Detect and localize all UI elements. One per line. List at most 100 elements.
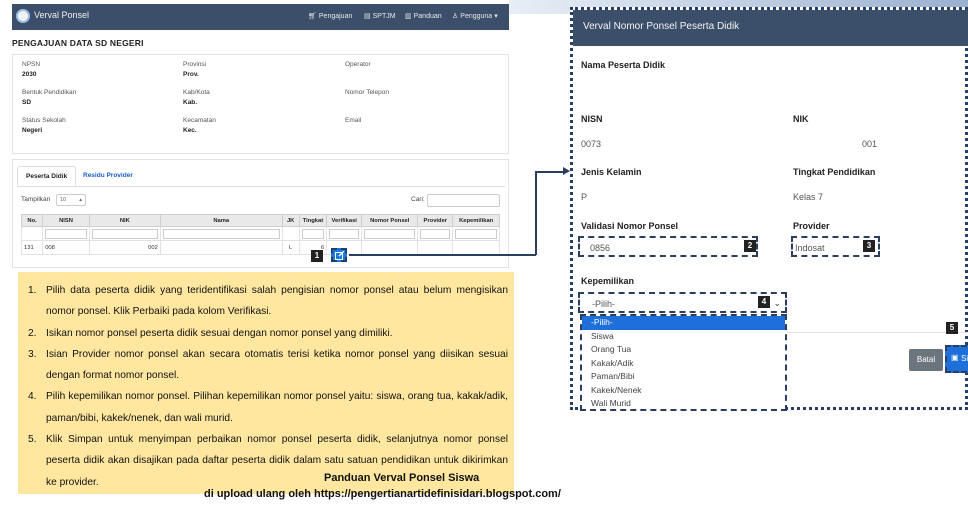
- jk-value: P: [581, 192, 588, 202]
- step-badge-2: 2: [744, 240, 756, 252]
- kecamatan-value: Kec.: [183, 127, 197, 134]
- dropdown-option[interactable]: -Pilih-: [582, 316, 785, 330]
- dropdown-option[interactable]: Kakek/Nenek: [582, 384, 785, 398]
- col-header[interactable]: Nomor Ponsel: [361, 214, 419, 227]
- nisn-label: NISN: [581, 114, 603, 124]
- dropdown-option[interactable]: Paman/Bibi: [582, 370, 785, 384]
- phone-number-input[interactable]: 0856: [578, 236, 758, 257]
- kepemilikan-dropdown: -Pilih- Siswa Orang Tua Kakak/Adik Paman…: [580, 314, 787, 411]
- filter-cell[interactable]: [326, 226, 363, 241]
- filter-cell[interactable]: [42, 226, 90, 241]
- bentuk-label: Bentuk Pendidikan: [22, 89, 77, 96]
- phone-number-value: 0856: [590, 243, 611, 253]
- validasi-label: Validasi Nomor Ponsel: [581, 221, 679, 231]
- table-header-row: No. NISN NIK Nama JK Tingkat Verifikasi …: [20, 214, 500, 227]
- connector-line: [535, 171, 537, 255]
- filter-cell[interactable]: [298, 226, 328, 241]
- search-input[interactable]: [427, 194, 500, 207]
- menu-pengajuan[interactable]: 🛒︎ Pengajuan: [308, 12, 352, 21]
- jk-label: Jenis Kelamin: [581, 167, 642, 177]
- step-badge-3: 3: [863, 240, 875, 252]
- tab-residu-provider[interactable]: Residu Provider: [75, 166, 141, 186]
- dropdown-option[interactable]: Siswa: [582, 330, 785, 344]
- filter-cell: [20, 226, 44, 241]
- kabkota-label: Kab/Kota: [183, 89, 210, 96]
- status-value: Negeri: [22, 127, 43, 134]
- step-badge-5: 5: [946, 322, 958, 334]
- menu-pengguna[interactable]: ♙ Pengguna ▾: [452, 12, 498, 21]
- school-info-card: NPSN 2030 Provinsi Prov. Operator Bentuk…: [12, 54, 509, 154]
- show-entries-select[interactable]: 10 ▴: [56, 194, 86, 206]
- kepemilikan-selected: -Pilih-: [592, 299, 616, 309]
- filter-cell: [281, 226, 300, 241]
- student-tab-card: Peserta Didik Residu Provider Tampilkan …: [12, 159, 509, 268]
- navbar: Verval Ponsel 🛒︎ Pengajuan ▤ SPTJM ▥ Pandua…: [12, 4, 509, 30]
- guide-title: Panduan Verval Ponsel Siswa: [324, 472, 480, 484]
- col-header[interactable]: NIK: [88, 214, 161, 227]
- connector-line: [349, 254, 536, 256]
- dropdown-option[interactable]: Orang Tua: [582, 343, 785, 357]
- step-badge-1: 1: [311, 250, 323, 262]
- cell-nik: 002: [88, 240, 161, 255]
- arrow-head-icon: [563, 167, 570, 175]
- col-header[interactable]: JK: [281, 214, 300, 227]
- telepon-label: Nomor Telepon: [345, 89, 389, 96]
- modal-header: Verval Nomor Ponsel Peserta Didik: [573, 10, 968, 46]
- col-header[interactable]: Kepemilikan: [452, 214, 500, 227]
- nama-label: Nama Peserta Didik: [581, 60, 666, 70]
- save-button[interactable]: ▣ Si: [945, 345, 968, 373]
- menu-sptjm[interactable]: ▤ SPTJM: [364, 12, 396, 21]
- filter-cell[interactable]: [88, 226, 161, 241]
- dropdown-option[interactable]: Wali Murid: [582, 397, 785, 411]
- verval-modal: Verval Nomor Ponsel Peserta Didik Nama P…: [570, 7, 968, 411]
- edit-icon: [335, 251, 345, 260]
- kecamatan-label: Kecamatan: [183, 117, 216, 124]
- instruction-text: Isikan nomor ponsel peserta didik sesuai…: [46, 327, 393, 339]
- step-badge-4: 4: [758, 296, 770, 308]
- save-icon: ▣: [951, 353, 959, 362]
- perbaiki-edit-button[interactable]: [330, 247, 348, 263]
- instruction-text: Pilih data peserta didik yang teridentif…: [46, 285, 508, 318]
- cart-icon: 🛒︎: [308, 13, 317, 20]
- kepemilikan-label: Kepemilikan: [581, 276, 635, 286]
- modal-footer-divider: [787, 332, 968, 333]
- provider-label: Provider: [793, 221, 830, 231]
- provinsi-label: Provinsi: [183, 61, 207, 68]
- cell-nisn: 008: [42, 240, 90, 255]
- kepemilikan-select[interactable]: -Pilih- ⌄: [578, 292, 787, 313]
- col-header[interactable]: No.: [20, 214, 44, 227]
- school-logo-icon: [16, 9, 30, 23]
- col-header[interactable]: Nama: [159, 214, 283, 227]
- select-caret-icon: ▴: [79, 197, 82, 203]
- instruction-text: Pilih kepemilikan nomor ponsel. Pilihan …: [46, 391, 508, 424]
- tab-peserta-didik[interactable]: Peserta Didik: [17, 166, 77, 186]
- student-table: No. NISN NIK Nama JK Tingkat Verifikasi …: [20, 214, 500, 255]
- filter-cell[interactable]: [417, 226, 454, 241]
- filter-cell[interactable]: [361, 226, 419, 241]
- kabkota-value: Kab.: [183, 99, 198, 106]
- filter-cell[interactable]: [159, 226, 283, 241]
- cancel-button[interactable]: Batal: [909, 349, 943, 371]
- provider-value: Indosat: [795, 243, 825, 253]
- chevron-down-icon: ⌄: [773, 298, 781, 308]
- col-header[interactable]: Tingkat: [298, 214, 328, 227]
- provinsi-value: Prov.: [183, 71, 199, 78]
- col-header[interactable]: NISN: [42, 214, 90, 227]
- brand-title[interactable]: Verval Ponsel: [34, 10, 89, 20]
- tingkat-value: Kelas 7: [793, 192, 824, 202]
- instruction-item: 1. Pilih data peserta didik yang terident…: [28, 285, 508, 318]
- tab-divider: [17, 186, 505, 187]
- filter-cell[interactable]: [452, 226, 500, 241]
- col-header[interactable]: Verifikasi: [326, 214, 363, 227]
- menu-label: SPTJM: [372, 12, 396, 20]
- document-icon: ▤: [364, 13, 371, 20]
- col-header[interactable]: Provider: [417, 214, 454, 227]
- dropdown-option[interactable]: Kakak/Adik: [582, 357, 785, 371]
- instruction-text: Isian Provider nomor ponsel akan secara …: [46, 348, 508, 382]
- user-icon: ♙: [452, 13, 459, 20]
- email-label: Email: [345, 117, 362, 124]
- menu-panduan[interactable]: ▥ Panduan: [405, 12, 442, 21]
- filter-row: [20, 226, 500, 241]
- table-row[interactable]: 131 008 002 L 6: [20, 240, 500, 255]
- save-button-label: Si: [961, 354, 968, 363]
